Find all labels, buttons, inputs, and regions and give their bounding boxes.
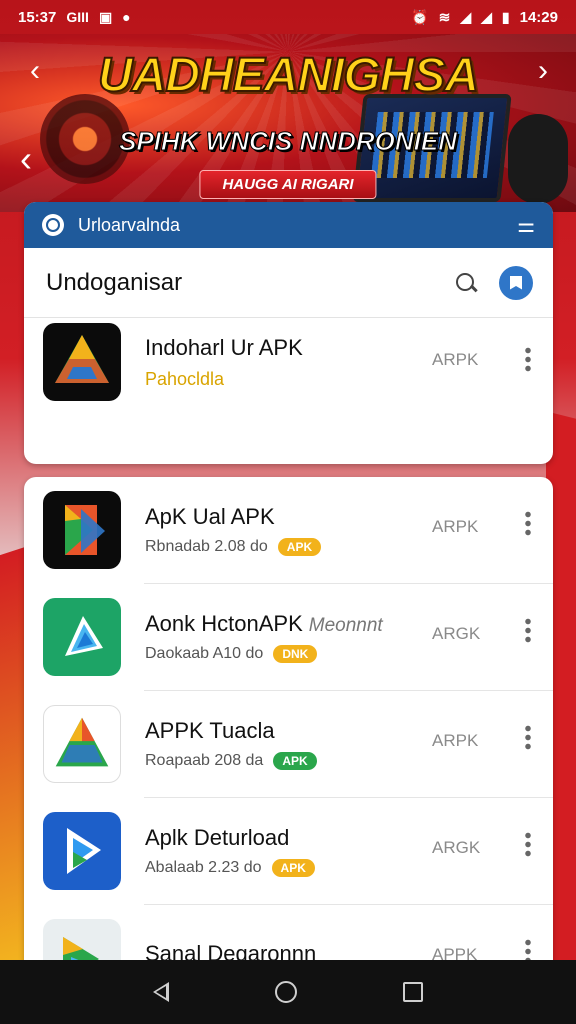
app-name: ApK Ual APK	[145, 504, 275, 529]
list-item[interactable]: Aplk Deturload Abalaab 2.23 do APK ARGK	[24, 798, 553, 904]
banner-title: UADHEANIGHSA	[97, 48, 480, 103]
app-type: ARPK	[432, 517, 479, 536]
system-nav-bar	[0, 960, 576, 1024]
list-item[interactable]: ApK Ual APK Rbnadab 2.08 do APK ARPK	[24, 477, 553, 583]
app-meta: Daokaab A10 do	[145, 645, 264, 662]
more-vert-icon[interactable]	[525, 510, 531, 536]
filter-icon[interactable]: ⚌	[517, 213, 535, 238]
list-item[interactable]: APPK Tuacla Roapaab 208 da APK ARPK	[24, 691, 553, 797]
status-bar: 15:37 GIII ▣ ● ⏰ ≋ ◢ ◢ ▮ 14:29	[0, 0, 576, 34]
play-triangle-icon-dark	[43, 323, 121, 401]
header-label: Urloarvalnda	[78, 214, 181, 235]
search-icon[interactable]	[455, 272, 477, 294]
status-clock-right: 14:29	[519, 8, 558, 26]
banner-cta[interactable]: HAUGG AI RIGARI	[199, 170, 377, 199]
play-triangle-icon-blue	[43, 812, 121, 890]
app-name-text: Aonk HctonAPK	[145, 611, 303, 636]
promo-banner[interactable]: UADHEANIGHSA SPIHK WNCIS NNDRONIEN HAUGG…	[0, 34, 576, 212]
search-input[interactable]: Undoganisar	[46, 269, 182, 297]
alarm-icon: ⏰	[411, 8, 429, 25]
location-icon: ●	[122, 9, 131, 25]
status-time: 15:37	[18, 8, 57, 26]
more-vert-icon[interactable]	[525, 724, 531, 750]
signal-text-icon: GIII	[66, 9, 89, 25]
play-triangle-icon-green	[43, 598, 121, 676]
apk-badge: APK	[271, 859, 315, 877]
app-subtitle: Abalaab 2.23 do APK	[145, 859, 415, 877]
app-logo-icon	[42, 214, 64, 236]
apk-badge: APK	[277, 538, 322, 556]
back-icon[interactable]	[153, 982, 169, 1002]
play-triangle-icon-dark	[43, 491, 121, 569]
more-vert-icon[interactable]	[525, 831, 531, 857]
app-meta: Roapaab 208 da	[145, 752, 264, 769]
app-list: ApK Ual APK Rbnadab 2.08 do APK ARPK Aon…	[24, 477, 553, 977]
app-meta: Abalaab 2.23 do	[145, 859, 262, 876]
app-type: ARGK	[432, 838, 481, 857]
app-name-extra: Meonnnt	[308, 615, 383, 636]
app-subtitle: Daokaab A10 do DNK	[145, 645, 415, 663]
apk-badge: DNK	[273, 645, 318, 663]
app-name: APPK Tuacla	[145, 718, 275, 743]
app-meta: Rbnadab 2.08 do	[145, 538, 268, 555]
home-icon[interactable]	[275, 981, 297, 1003]
back-swipe-icon: ‹	[20, 138, 32, 179]
list-item[interactable]: Indoharl Ur APK Pahocldla ARPK	[24, 322, 553, 402]
banner-subtitle: SPIHK WNCIS NNDRONIEN	[118, 126, 457, 157]
app-type: ARGK	[432, 624, 481, 643]
apk-badge: APK	[273, 752, 317, 770]
search-card: Urloarvalnda ⚌ Undoganisar Indoharl Ur A…	[24, 202, 553, 464]
recents-icon[interactable]	[403, 982, 423, 1002]
image-icon: ▣	[98, 8, 113, 25]
app-name: Indoharl Ur APK	[145, 334, 303, 360]
signal-icon-2: ◢	[481, 8, 492, 25]
chevron-right-icon[interactable]: ›	[538, 54, 548, 88]
account-icon[interactable]	[499, 265, 533, 300]
search-bar[interactable]: Undoganisar	[24, 248, 553, 318]
wifi-icon: ≋	[438, 8, 451, 25]
card-header: Urloarvalnda ⚌	[24, 202, 553, 248]
app-subtitle: Pahocldla	[145, 368, 225, 389]
signal-icon: ◢	[460, 8, 472, 25]
list-item[interactable]: Aonk HctonAPK Meonnnt Daokaab A10 do DNK …	[24, 584, 553, 690]
app-subtitle: Rbnadab 2.08 do APK	[145, 538, 415, 556]
chevron-left-icon[interactable]: ‹	[30, 54, 40, 88]
battery-icon: ▮	[501, 8, 510, 25]
app-name: Aonk HctonAPK Meonnnt	[145, 611, 415, 637]
app-name: Aplk Deturload	[145, 825, 290, 850]
app-type: ARPK	[432, 731, 479, 750]
play-triangle-icon-white	[43, 705, 121, 783]
app-type: ARPK	[432, 350, 479, 369]
more-vert-icon[interactable]	[525, 617, 531, 643]
more-vert-icon[interactable]	[525, 346, 531, 372]
app-subtitle: Roapaab 208 da APK	[145, 752, 415, 770]
